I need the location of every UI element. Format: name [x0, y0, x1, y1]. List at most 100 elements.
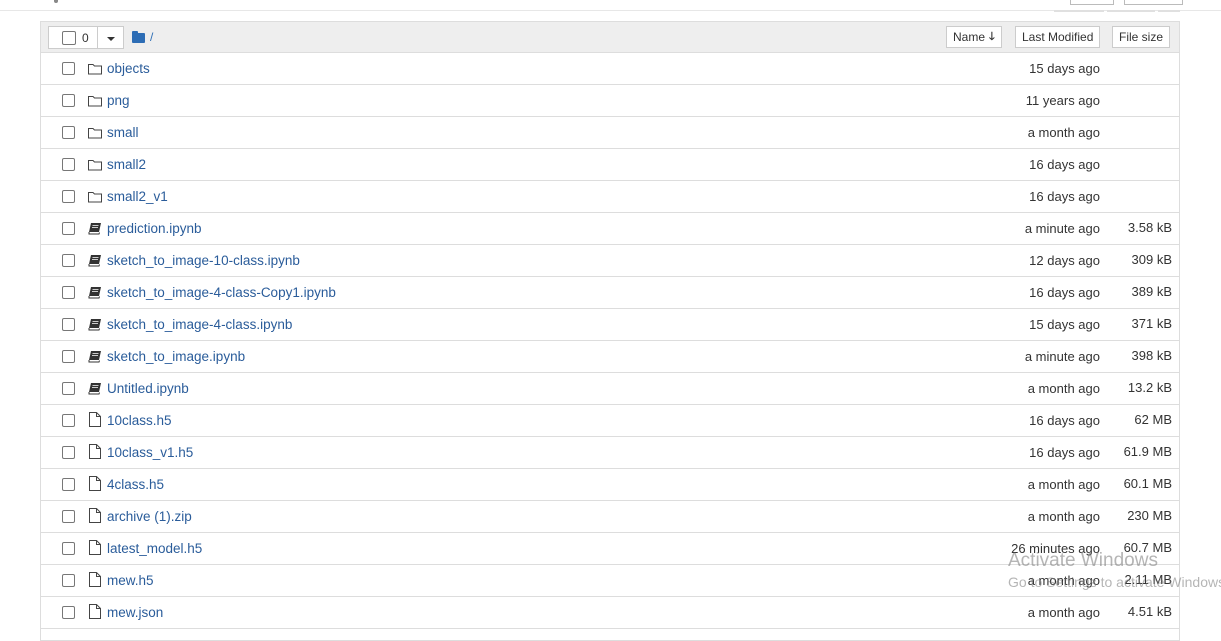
item-name-link[interactable]: mew.h5 [107, 573, 154, 588]
item-checkbox[interactable] [62, 446, 75, 459]
file-icon [88, 444, 102, 459]
header-button-1[interactable] [1070, 0, 1114, 5]
item-name-link[interactable]: sketch_to_image-4-class.ipynb [107, 317, 292, 332]
file-list-item[interactable]: Untitled.ipynb a month ago 13.2 kB [41, 373, 1179, 405]
file-icon [88, 604, 102, 619]
item-checkbox[interactable] [62, 318, 75, 331]
item-checkbox[interactable] [62, 158, 75, 171]
item-checkbox[interactable] [62, 510, 75, 523]
item-last-modified: a month ago [1027, 477, 1100, 492]
item-checkbox[interactable] [62, 606, 75, 619]
select-all-toggle[interactable]: 0 [49, 27, 98, 48]
file-list: objects 15 days ago png 11 years ago small a … [41, 53, 1179, 629]
item-file-size: 62 MB [1134, 412, 1172, 427]
file-list-item[interactable]: small2 16 days ago [41, 149, 1179, 181]
file-list-panel: 0 / Name 🡓 Last Modified File size objec… [40, 21, 1180, 641]
item-last-modified: a month ago [1027, 573, 1100, 588]
item-file-size: 3.58 kB [1127, 220, 1172, 235]
item-name-link[interactable]: sketch_to_image-10-class.ipynb [107, 253, 300, 268]
file-icon [88, 508, 102, 523]
sort-by-last-modified-button[interactable]: Last Modified [1015, 26, 1101, 48]
file-list-item[interactable]: sketch_to_image-10-class.ipynb 12 days ag… [41, 245, 1179, 277]
item-name-link[interactable]: 10class.h5 [107, 413, 172, 428]
item-file-size: 60.7 MB [1123, 540, 1172, 555]
item-name-link[interactable]: 10class_v1.h5 [107, 445, 193, 460]
item-name-link[interactable]: latest_model.h5 [107, 541, 202, 556]
breadcrumb-path[interactable]: / [150, 30, 153, 44]
tab-running[interactable] [1107, 10, 1155, 12]
select-dropdown-button[interactable] [98, 27, 123, 48]
item-name-link[interactable]: small2_v1 [107, 189, 168, 204]
item-name-link[interactable]: png [107, 93, 130, 108]
item-last-modified: a month ago [1027, 125, 1100, 140]
header-button-2[interactable] [1124, 0, 1183, 5]
item-name-link[interactable]: mew.json [107, 605, 163, 620]
file-list-item[interactable]: mew.json a month ago 4.51 kB [41, 597, 1179, 629]
item-name-link[interactable]: objects [107, 61, 150, 76]
select-all-checkbox[interactable] [62, 30, 76, 45]
item-file-size: 230 MB [1127, 508, 1172, 523]
item-name-link[interactable]: Untitled.ipynb [107, 381, 189, 396]
item-name-link[interactable]: 4class.h5 [107, 477, 164, 492]
file-list-item[interactable]: png 11 years ago [41, 85, 1179, 117]
file-list-item[interactable]: objects 15 days ago [41, 53, 1179, 85]
item-last-modified: 11 years ago [1025, 93, 1100, 108]
item-checkbox[interactable] [62, 254, 75, 267]
tab-files[interactable] [1054, 10, 1104, 12]
item-last-modified: 15 days ago [1029, 317, 1100, 332]
file-list-item[interactable]: small2_v1 16 days ago [41, 181, 1179, 213]
selected-count: 0 [82, 30, 89, 45]
file-list-item[interactable]: mew.h5 a month ago 2.11 MB [41, 565, 1179, 597]
item-last-modified: 16 days ago [1029, 285, 1100, 300]
file-list-item[interactable]: archive (1).zip a month ago 230 MB [41, 501, 1179, 533]
notebook-icon [88, 286, 102, 299]
item-last-modified: 16 days ago [1029, 413, 1100, 428]
item-name-link[interactable]: sketch_to_image.ipynb [107, 349, 245, 364]
item-checkbox[interactable] [62, 222, 75, 235]
item-last-modified: a month ago [1027, 381, 1100, 396]
item-checkbox[interactable] [62, 478, 75, 491]
item-name-link[interactable]: archive (1).zip [107, 509, 192, 524]
sort-by-name-button[interactable]: Name 🡓 [946, 26, 1002, 48]
file-list-item[interactable]: sketch_to_image-4-class.ipynb 15 days ago… [41, 309, 1179, 341]
folder-icon[interactable] [132, 30, 145, 43]
file-icon [88, 540, 102, 555]
item-name-link[interactable]: small2 [107, 157, 146, 172]
item-checkbox[interactable] [62, 574, 75, 587]
item-name-link[interactable]: small [107, 125, 139, 140]
file-list-item[interactable]: 4class.h5 a month ago 60.1 MB [41, 469, 1179, 501]
file-icon [88, 572, 102, 587]
folder-icon [88, 126, 102, 139]
item-name-link[interactable]: prediction.ipynb [107, 221, 202, 236]
file-list-item[interactable]: sketch_to_image.ipynb a minute ago 398 kB [41, 341, 1179, 373]
item-name-link[interactable]: sketch_to_image-4-class-Copy1.ipynb [107, 285, 336, 300]
file-icon [88, 476, 102, 491]
sort-last-modified-label: Last Modified [1022, 30, 1094, 44]
item-checkbox[interactable] [62, 414, 75, 427]
file-list-item[interactable]: prediction.ipynb a minute ago 3.58 kB [41, 213, 1179, 245]
item-checkbox[interactable] [62, 542, 75, 555]
top-header-strip [0, 0, 1221, 11]
folder-icon [88, 62, 102, 75]
item-file-size: 13.2 kB [1127, 380, 1172, 395]
item-checkbox[interactable] [62, 62, 75, 75]
item-file-size: 61.9 MB [1123, 444, 1172, 459]
item-checkbox[interactable] [62, 190, 75, 203]
file-list-item[interactable]: small a month ago [41, 117, 1179, 149]
item-file-size: 2.11 MB [1124, 572, 1172, 587]
item-checkbox[interactable] [62, 126, 75, 139]
item-checkbox[interactable] [62, 286, 75, 299]
sort-by-file-size-button[interactable]: File size [1112, 26, 1171, 48]
item-last-modified: a minute ago [1024, 349, 1100, 364]
item-checkbox[interactable] [62, 382, 75, 395]
file-list-item[interactable]: 10class_v1.h5 16 days ago 61.9 MB [41, 437, 1179, 469]
file-list-item[interactable]: sketch_to_image-4-class-Copy1.ipynb 16 da… [41, 277, 1179, 309]
file-list-header: 0 / Name 🡓 Last Modified File size [41, 22, 1179, 53]
sort-file-size-label: File size [1119, 30, 1164, 44]
item-checkbox[interactable] [62, 350, 75, 363]
file-list-item[interactable]: latest_model.h5 26 minutes ago 60.7 MB [41, 533, 1179, 565]
file-list-item[interactable]: 10class.h5 16 days ago 62 MB [41, 405, 1179, 437]
item-checkbox[interactable] [62, 94, 75, 107]
item-last-modified: a month ago [1027, 605, 1100, 620]
tab-clusters[interactable] [1158, 10, 1180, 12]
